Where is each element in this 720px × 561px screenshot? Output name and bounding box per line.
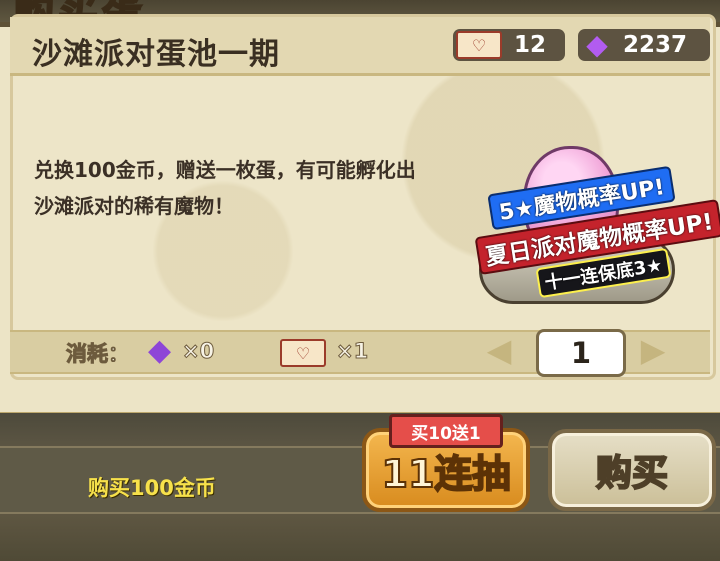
cost-gem-count: ×0 (181, 339, 215, 364)
pool-header: 沙滩派对蛋池一期 ♡ 12 ◆ 2237 (10, 17, 710, 76)
cost-ticket-count: ×1 (335, 339, 369, 364)
ticket-icon: ♡ (456, 31, 502, 59)
ten-plus-one-badge: 买10送1 (389, 414, 503, 448)
cost-ticket-icon: ♡ (280, 339, 326, 367)
buy-button-label: 购买 (595, 452, 669, 495)
event-banner: 5★魔物概率UP! 夏日派对魔物概率UP! 十一连保底3★ (445, 120, 720, 320)
buy-summary: 购买100金币 (88, 476, 216, 500)
ticket-count: 12 (514, 32, 547, 58)
decrease-arrow-icon[interactable]: ◀ (478, 331, 520, 369)
ten-plus-one-label: 11连抽 (381, 451, 512, 497)
increase-arrow-icon[interactable]: ▶ (632, 331, 674, 369)
ticket-counter[interactable]: ♡ 12 (453, 29, 565, 61)
pool-description: 兑换100金币，赠送一枚蛋，有可能孵化出沙滩派对的稀有魔物！ (34, 158, 416, 218)
cost-label: 消耗： (66, 342, 130, 367)
buy-button[interactable]: 购买 (548, 429, 716, 511)
quantity-display[interactable]: 1 (536, 329, 626, 377)
gem-icon: ◆ (586, 28, 608, 61)
pool-title: 沙滩派对蛋池一期 (32, 37, 280, 72)
gem-counter[interactable]: ◆ 2237 (578, 29, 710, 61)
gem-count: 2237 (623, 32, 688, 58)
cost-gem-icon: ◆ (148, 333, 172, 368)
